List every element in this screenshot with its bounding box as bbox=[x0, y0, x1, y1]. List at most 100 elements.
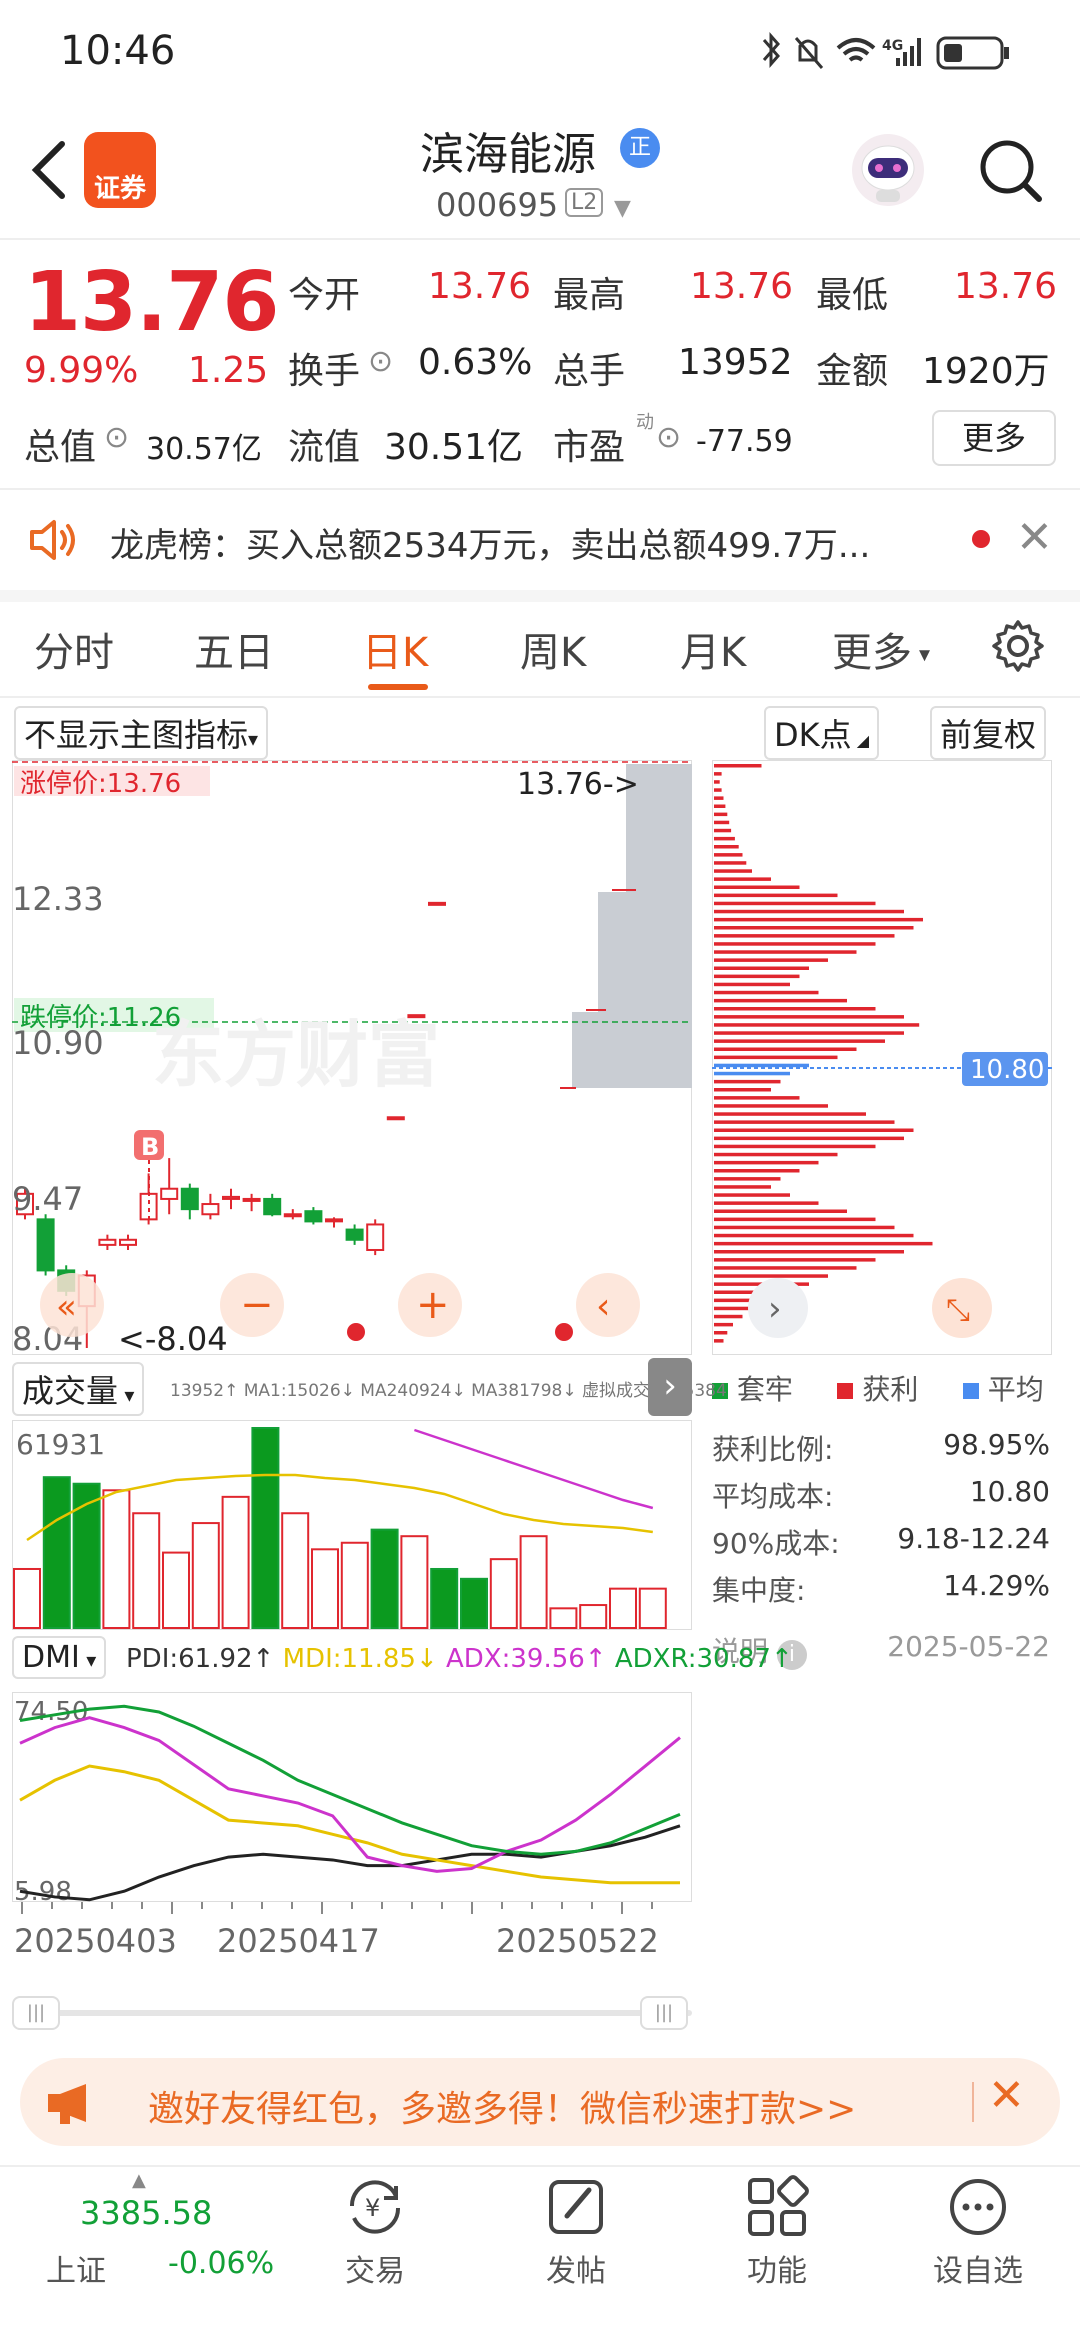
corner-arrow-icon: ◢ bbox=[851, 731, 870, 750]
chip-bar bbox=[714, 1177, 781, 1181]
status-time: 10:46 bbox=[60, 28, 176, 74]
open-value: 13.76 bbox=[428, 266, 532, 307]
chip-bar bbox=[714, 1258, 876, 1262]
tab-five-day[interactable]: 五日 bbox=[194, 620, 274, 678]
tab-monthly-k[interactable]: 月K bbox=[680, 620, 746, 678]
bluetooth-icon bbox=[762, 32, 780, 68]
candle-body bbox=[222, 1195, 240, 1200]
main-indicator-select[interactable]: 不显示主图指标▾ bbox=[14, 706, 269, 760]
nav-post[interactable]: 发帖 bbox=[506, 2172, 646, 2322]
chip-bar bbox=[714, 926, 914, 930]
volume-max-label: 61931 bbox=[16, 1428, 105, 1461]
volume-bar bbox=[162, 1551, 190, 1629]
info-icon[interactable]: ⊙ bbox=[656, 420, 681, 455]
volume-chart[interactable]: 61931 bbox=[12, 1420, 692, 1630]
invite-banner-text[interactable]: 邀好友得红包，多邀多得！微信秒速打款>> bbox=[148, 2080, 856, 2132]
range-handle-right[interactable]: ||| bbox=[640, 1996, 688, 2030]
index-change[interactable]: -0.06% bbox=[168, 2246, 274, 2281]
search-icon[interactable] bbox=[975, 135, 1045, 205]
range-slider-track[interactable] bbox=[12, 2010, 692, 2016]
pe-value: -77.59 bbox=[696, 424, 793, 459]
back-button[interactable] bbox=[24, 138, 74, 202]
tab-more[interactable]: 更多 ▾ bbox=[832, 620, 930, 678]
chip-bar bbox=[714, 1233, 914, 1238]
dmi-mdi: MDI:11.85↓ bbox=[282, 1644, 438, 1674]
volume-bar bbox=[42, 1476, 71, 1629]
volume-bar bbox=[340, 1541, 369, 1629]
notice-text[interactable]: 龙虎榜：买入总额2534万元，卖出总额499.7万... bbox=[110, 518, 960, 567]
more-button[interactable]: 更多 bbox=[932, 410, 1056, 466]
tab-weekly-k[interactable]: 周K bbox=[520, 620, 586, 678]
dmi-indicator-select[interactable]: DMI ▾ bbox=[12, 1636, 107, 1679]
chip-bar bbox=[714, 1039, 885, 1043]
concentration-label: 集中度: bbox=[712, 1574, 806, 1607]
chip-bar bbox=[714, 917, 923, 922]
indicator-next-button[interactable]: › bbox=[648, 1358, 692, 1416]
chip-bar bbox=[714, 1096, 800, 1100]
l2-badge[interactable]: L2 bbox=[565, 188, 604, 217]
active-tab-indicator bbox=[368, 684, 428, 690]
index-value[interactable]: 3385.58 bbox=[80, 2194, 212, 2232]
close-icon[interactable]: ✕ bbox=[1016, 512, 1053, 563]
volume-value: 13952 bbox=[678, 342, 793, 383]
chip-bar bbox=[714, 1250, 904, 1254]
robot-assistant-icon[interactable] bbox=[848, 130, 928, 210]
banner-divider bbox=[972, 2082, 974, 2122]
stock-code[interactable]: 000695 bbox=[436, 186, 558, 224]
edit-icon bbox=[549, 2180, 603, 2234]
legend-swatch-profit bbox=[837, 1383, 854, 1399]
tab-daily-k[interactable]: 日K bbox=[362, 620, 428, 678]
speaker-icon bbox=[30, 520, 75, 560]
volume-bar bbox=[460, 1577, 488, 1629]
volume-title: 成交量 bbox=[22, 1372, 119, 1410]
limit-up-label: 涨停价:13.76 bbox=[20, 769, 181, 799]
close-icon[interactable]: ✕ bbox=[988, 2070, 1025, 2121]
avg-cost-label: 平均成本: bbox=[712, 1480, 834, 1513]
info-icon[interactable]: ⊙ bbox=[104, 420, 129, 455]
chip-bar bbox=[714, 1185, 771, 1189]
chip-legend: 套牢 获利 平均 bbox=[712, 1368, 1044, 1408]
amount-value: 1920万 bbox=[922, 351, 1050, 392]
chevron-right-icon: › bbox=[768, 1289, 782, 1329]
volume-bar bbox=[132, 1512, 161, 1629]
nav-trade[interactable]: ¥ 交易 bbox=[305, 2172, 445, 2322]
mute-icon bbox=[794, 37, 824, 69]
index-name[interactable]: 上证 bbox=[46, 2246, 106, 2290]
dk-point-button[interactable]: DK点 ◢ bbox=[764, 706, 880, 760]
adjust-mode-button[interactable]: 前复权 bbox=[930, 706, 1047, 760]
chevron-down-icon[interactable]: ▼ bbox=[614, 196, 631, 221]
chip-bar bbox=[714, 796, 724, 800]
chip-bar bbox=[714, 1274, 828, 1278]
unread-dot bbox=[972, 530, 990, 548]
dmi-chart[interactable]: 74.50 5.98 bbox=[12, 1692, 692, 1902]
nav-add-watchlist[interactable]: 设自选 bbox=[908, 2172, 1048, 2322]
dmi-legend: PDI:61.92↑ MDI:11.85↓ ADX:39.56↑ ADXR:30… bbox=[126, 1644, 793, 1674]
chip-distribution-chart[interactable]: 10.80 › ⤡ bbox=[712, 760, 1052, 1355]
app-logo-label: 证券 bbox=[93, 174, 146, 204]
dmi-pdi: PDI:61.92↑ bbox=[126, 1644, 275, 1674]
dmi-adxr: ADXR:30.87↑ bbox=[614, 1644, 793, 1674]
volume-bar bbox=[579, 1604, 608, 1629]
nav-functions-label: 功能 bbox=[747, 2254, 807, 2289]
volume-indicator-select[interactable]: 成交量 ▾ bbox=[12, 1362, 145, 1416]
chip-bar bbox=[714, 1160, 819, 1165]
candle-body bbox=[366, 1223, 385, 1251]
total-cap-label: 总值 bbox=[24, 427, 97, 468]
tab-intraday[interactable]: 分时 bbox=[34, 620, 114, 678]
chip-bar bbox=[714, 1071, 790, 1076]
date-ticks bbox=[21, 1902, 653, 1914]
chip-bar bbox=[714, 1079, 781, 1084]
settings-gear-icon[interactable] bbox=[990, 618, 1046, 674]
chip-bar bbox=[714, 909, 904, 914]
plus-icon: + bbox=[416, 1282, 450, 1328]
kline-chart[interactable]: 涨停价:13.76 13.76-> 12.33 跌停价:11.26 10.90 … bbox=[12, 760, 692, 1355]
candle-body bbox=[242, 1197, 261, 1202]
nav-add-watchlist-label: 设自选 bbox=[933, 2254, 1023, 2289]
chip-bar bbox=[714, 1201, 819, 1205]
volume-bar bbox=[430, 1567, 459, 1630]
range-handle-left[interactable]: ||| bbox=[12, 1996, 60, 2030]
chip-bar bbox=[714, 812, 728, 817]
nav-functions[interactable]: 功能 bbox=[707, 2172, 847, 2322]
info-icon[interactable]: ⊙ bbox=[368, 344, 393, 379]
app-logo[interactable]: 证券 bbox=[84, 132, 156, 208]
